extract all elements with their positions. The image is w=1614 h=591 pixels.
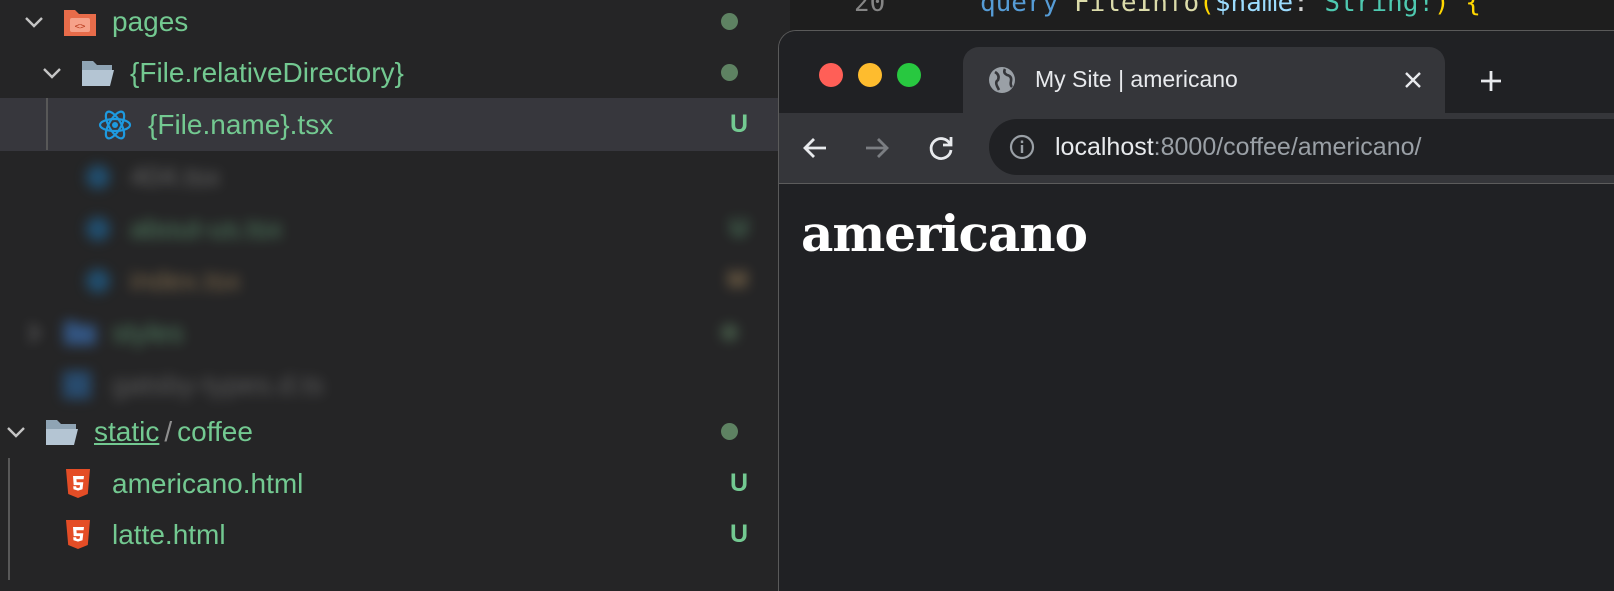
tab-title: My Site | americano [1035, 66, 1238, 92]
react-icon [84, 202, 112, 255]
tree-item-404-tsx[interactable]: 404.tsx [0, 150, 790, 203]
info-icon[interactable] [1009, 134, 1035, 165]
path-separator: / [164, 416, 173, 447]
react-icon [98, 98, 132, 151]
status-dot [721, 324, 738, 341]
tree-item-pages[interactable]: <> pages [0, 0, 790, 48]
status-dot [721, 423, 738, 440]
chevron-down-icon[interactable] [36, 46, 68, 99]
tree-item-file-name-tsx[interactable]: {File.name}.tsx U [0, 98, 790, 151]
url-text: localhost:8000/coffee/americano/ [1055, 133, 1422, 161]
react-icon [84, 150, 112, 203]
code-editor: 20 query FileInfo($name: String!) { [790, 0, 1614, 30]
tree-item-latte-html[interactable]: latte.html U [0, 508, 790, 561]
folder-icon [62, 306, 98, 359]
line-number: 20 [854, 0, 886, 18]
tree-item-label: latte.html [112, 519, 226, 550]
maximize-window-button[interactable] [897, 63, 921, 87]
untracked-badge: U [729, 110, 748, 138]
tree-item-gatsby-types[interactable]: gatsby-types.d.ts [0, 358, 790, 411]
tree-item-about-us-tsx[interactable]: about-us.tsx U [0, 202, 790, 255]
tree-item-label: 404.tsx [130, 161, 221, 192]
close-window-button[interactable] [819, 63, 843, 87]
chevron-right-icon[interactable] [18, 306, 50, 359]
tree-item-label: americano.html [112, 468, 304, 499]
browser-window: My Site | americano localhost:8000/coffe… [778, 30, 1614, 591]
forward-arrow-icon[interactable] [857, 128, 897, 168]
status-dot [721, 13, 738, 30]
page-viewport: americano [779, 184, 1614, 591]
browser-tab[interactable]: My Site | americano [963, 47, 1445, 113]
globe-icon [987, 65, 1017, 100]
minimize-window-button[interactable] [858, 63, 882, 87]
tree-item-americano-html[interactable]: americano.html U [0, 457, 790, 510]
file-explorer: <> pages {File.relativeDirectory} {File.… [0, 0, 790, 580]
close-tab-icon[interactable] [1393, 60, 1433, 100]
untracked-badge: U [729, 214, 748, 242]
status-dot [721, 64, 738, 81]
tree-item-styles[interactable]: styles [0, 306, 790, 359]
indent-guide [46, 98, 48, 150]
chevron-down-icon[interactable] [0, 405, 32, 458]
typescript-icon [62, 358, 92, 411]
tree-item-index-tsx[interactable]: index.tsx M [0, 254, 790, 307]
code-line[interactable]: query FileInfo($name: String!) { [980, 0, 1481, 18]
tree-item-label: index.tsx [130, 265, 241, 296]
folder-open-icon [44, 405, 80, 458]
react-icon [84, 254, 112, 307]
folder-open-icon [80, 46, 116, 99]
browser-toolbar: localhost:8000/coffee/americano/ [779, 113, 1614, 184]
reload-icon[interactable] [921, 128, 961, 168]
tree-item-label: {File.name}.tsx [148, 109, 334, 140]
html5-icon [64, 457, 92, 510]
tab-strip: My Site | americano [779, 31, 1614, 113]
new-tab-icon[interactable] [1471, 61, 1511, 101]
modified-badge: M [727, 266, 748, 294]
address-bar[interactable]: localhost:8000/coffee/americano/ [989, 119, 1614, 175]
chevron-down-icon[interactable] [18, 0, 50, 48]
page-heading: americano [801, 204, 1088, 263]
html5-icon [64, 508, 92, 561]
tree-item-file-relative-directory[interactable]: {File.relativeDirectory} [0, 46, 790, 99]
path-segment-static[interactable]: static [94, 416, 159, 447]
untracked-badge: U [729, 520, 748, 548]
svg-text:<>: <> [75, 22, 86, 32]
tree-item-label: gatsby-types.d.ts [112, 369, 324, 400]
pages-folder-icon: <> [62, 0, 98, 48]
path-segment-coffee[interactable]: coffee [177, 416, 253, 447]
untracked-badge: U [729, 469, 748, 497]
tree-item-label: about-us.tsx [130, 213, 283, 244]
tree-item-label: {File.relativeDirectory} [130, 57, 404, 88]
tree-item-static-coffee[interactable]: static / coffee [0, 405, 790, 458]
tree-item-label: pages [112, 6, 189, 37]
tree-item-label: static / coffee [94, 405, 253, 458]
tree-item-label: styles [112, 317, 184, 348]
indent-guide [8, 458, 10, 580]
back-arrow-icon[interactable] [795, 128, 835, 168]
